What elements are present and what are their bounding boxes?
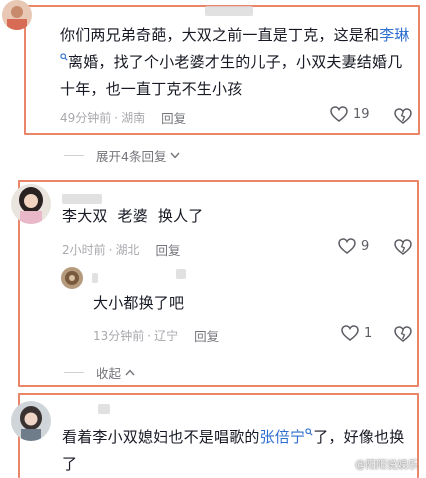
comment-location: 湖南 — [121, 111, 146, 125]
chevron-up-icon — [125, 369, 135, 376]
divider — [64, 372, 84, 373]
comment-meta: 13分钟前 · 辽宁 回复 — [93, 326, 219, 345]
reply-button[interactable]: 回复 — [155, 240, 180, 259]
comment-text: 李大双 老婆 换人了 — [62, 207, 204, 225]
like-button[interactable]: 1 — [341, 325, 372, 341]
username-blurred — [205, 6, 253, 16]
username-blurred — [92, 273, 98, 283]
avatar[interactable] — [11, 184, 51, 224]
reply-button[interactable]: 回复 — [161, 108, 186, 127]
avatar[interactable] — [2, 0, 32, 30]
chevron-down-icon — [170, 152, 180, 159]
comment-meta: 49分钟前 · 湖南 回复 — [60, 108, 186, 127]
collapse-replies-button[interactable]: 收起 — [64, 363, 135, 382]
username-blurred — [176, 269, 186, 279]
heart-icon — [338, 238, 356, 254]
username-blurred — [98, 404, 110, 414]
watermark: @阳阳说娱乐 — [355, 459, 418, 471]
comment-location: 辽宁 — [154, 329, 179, 343]
comment-text: 你们两兄弟奇葩，大双之前一直是丁克，这是和李琳离婚，找了个小老婆才生的儿子，小双… — [60, 26, 410, 98]
search-icon — [60, 53, 68, 61]
reply-text: 大小都换了吧 — [93, 294, 185, 312]
divider — [64, 155, 84, 156]
like-button[interactable]: 19 — [330, 106, 370, 122]
avatar[interactable] — [11, 401, 51, 441]
reply-button[interactable]: 回复 — [194, 326, 219, 345]
heart-icon — [330, 106, 348, 122]
expand-replies-button[interactable]: 展开4条回复 — [64, 146, 180, 165]
like-button[interactable]: 9 — [338, 238, 369, 254]
like-count: 9 — [361, 238, 370, 254]
comment-time: 13分钟前 — [93, 329, 145, 343]
comment-time: 49分钟前 — [60, 111, 112, 125]
search-link[interactable]: 张倍宁 — [260, 428, 314, 446]
avatar[interactable] — [61, 267, 83, 289]
heart-icon — [341, 325, 359, 341]
dislike-button[interactable] — [394, 326, 412, 342]
dislike-button[interactable] — [394, 239, 412, 255]
like-count: 1 — [364, 325, 373, 341]
comment-time: 2小时前 — [62, 243, 106, 257]
dislike-button[interactable] — [394, 108, 412, 124]
comment-location: 湖北 — [115, 243, 140, 257]
comment-meta: 2小时前 · 湖北 回复 — [62, 240, 181, 259]
like-count: 19 — [353, 106, 370, 122]
